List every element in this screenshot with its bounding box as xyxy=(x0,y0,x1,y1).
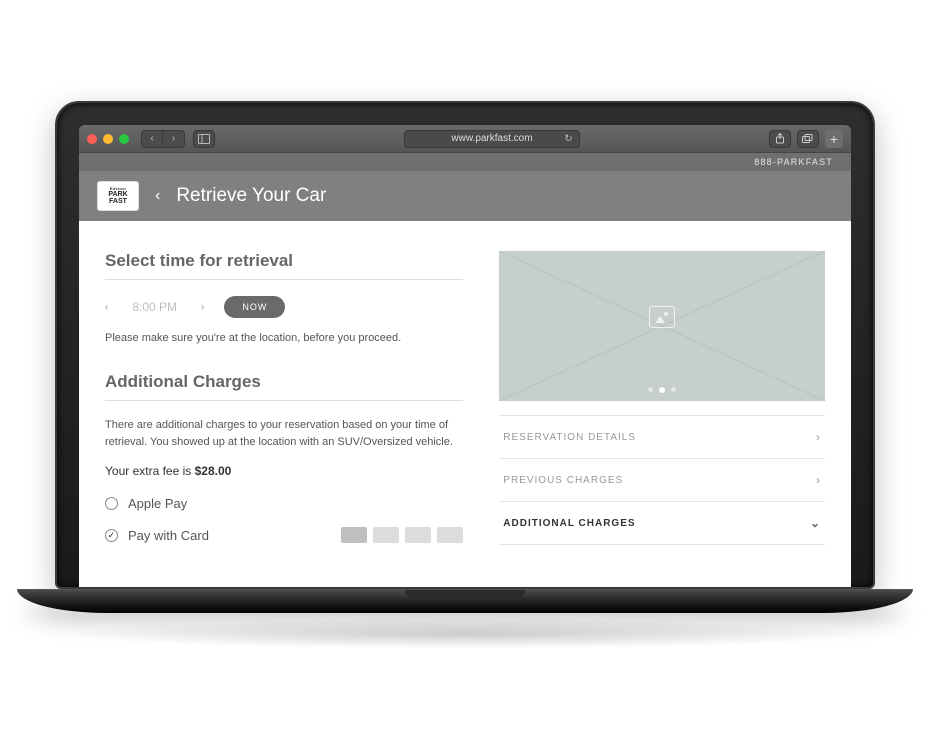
retrieval-hint: Please make sure you're at the location,… xyxy=(105,332,463,344)
maximize-window-button[interactable] xyxy=(119,134,129,144)
share-button[interactable] xyxy=(769,130,791,148)
back-button[interactable]: ‹ xyxy=(141,130,163,148)
card-brand-icon xyxy=(373,527,399,543)
chevron-right-icon: › xyxy=(172,133,175,144)
accordion-additional-charges[interactable]: ADDITIONAL CHARGES ⌄ xyxy=(499,502,825,545)
card-brand-icon xyxy=(405,527,431,543)
parkfast-logo[interactable]: Edison PARK FAST xyxy=(97,181,139,211)
back-chevron-icon[interactable]: ‹ xyxy=(155,187,160,205)
chevron-right-icon: › xyxy=(816,430,821,444)
left-column: Select time for retrieval ‹ 8:00 PM › NO… xyxy=(105,251,463,587)
nav-buttons: ‹ › xyxy=(141,130,185,148)
laptop-bezel: ‹ › www.parkfast.com ↻ xyxy=(55,101,875,589)
chevron-down-icon: ⌄ xyxy=(810,516,821,530)
image-placeholder-icon xyxy=(649,306,675,328)
phone-number: 888-PARKFAST xyxy=(754,157,833,167)
right-column: RESERVATION DETAILS › PREVIOUS CHARGES ›… xyxy=(499,251,825,587)
time-value[interactable]: 8:00 PM xyxy=(132,300,177,314)
carousel-dots xyxy=(648,387,676,393)
payment-label: Apple Pay xyxy=(128,496,187,511)
extra-fee-line: Your extra fee is $28.00 xyxy=(105,464,463,478)
payment-option-card[interactable]: Pay with Card xyxy=(105,527,463,543)
laptop-mockup: ‹ › www.parkfast.com ↻ xyxy=(55,101,875,649)
accordion-previous-charges[interactable]: PREVIOUS CHARGES › xyxy=(499,459,825,502)
payment-label: Pay with Card xyxy=(128,528,209,543)
tabs-button[interactable] xyxy=(797,130,819,148)
charges-description: There are additional charges to your res… xyxy=(105,417,463,450)
new-tab-button[interactable]: + xyxy=(825,130,843,148)
chevron-right-icon: › xyxy=(816,473,821,487)
details-accordion: RESERVATION DETAILS › PREVIOUS CHARGES ›… xyxy=(499,415,825,545)
forward-button[interactable]: › xyxy=(163,130,185,148)
laptop-screen: ‹ › www.parkfast.com ↻ xyxy=(79,125,851,587)
utility-bar: 888-PARKFAST xyxy=(79,153,851,171)
logo-line2: FAST xyxy=(109,198,127,205)
carousel-dot-active[interactable] xyxy=(659,387,665,393)
window-controls xyxy=(87,134,129,144)
laptop-shadow xyxy=(55,619,875,649)
close-window-button[interactable] xyxy=(87,134,97,144)
address-bar[interactable]: www.parkfast.com ↻ xyxy=(404,130,579,148)
site-header: Edison PARK FAST ‹ Retrieve Your Car xyxy=(79,171,851,221)
accordion-label: PREVIOUS CHARGES xyxy=(503,475,623,486)
page-title: Retrieve Your Car xyxy=(176,185,326,207)
laptop-base xyxy=(17,589,913,613)
now-button[interactable]: NOW xyxy=(224,296,285,318)
logo-line1: PARK xyxy=(108,191,127,198)
reload-icon[interactable]: ↻ xyxy=(564,133,572,144)
sidebar-icon xyxy=(198,134,210,144)
carousel-dot[interactable] xyxy=(671,387,676,392)
browser-toolbar: ‹ › www.parkfast.com ↻ xyxy=(79,125,851,153)
page-content: Select time for retrieval ‹ 8:00 PM › NO… xyxy=(79,221,851,587)
fee-amount: $28.00 xyxy=(195,464,232,478)
accordion-reservation-details[interactable]: RESERVATION DETAILS › xyxy=(499,416,825,459)
accordion-label: RESERVATION DETAILS xyxy=(503,432,636,443)
payment-option-apple-pay[interactable]: Apple Pay xyxy=(105,496,463,511)
plus-icon: + xyxy=(830,132,838,146)
radio-card[interactable] xyxy=(105,529,118,542)
time-stepper: ‹ 8:00 PM › xyxy=(105,300,204,314)
url-text: www.parkfast.com xyxy=(451,133,532,144)
minimize-window-button[interactable] xyxy=(103,134,113,144)
time-prev-button[interactable]: ‹ xyxy=(105,302,108,313)
time-selector-row: ‹ 8:00 PM › NOW xyxy=(105,296,463,318)
card-brand-icon xyxy=(341,527,367,543)
sidebar-toggle-button[interactable] xyxy=(193,130,215,148)
radio-apple-pay[interactable] xyxy=(105,497,118,510)
carousel-dot[interactable] xyxy=(648,387,653,392)
accordion-label: ADDITIONAL CHARGES xyxy=(503,518,635,529)
charges-section-title: Additional Charges xyxy=(105,372,463,401)
retrieval-section-title: Select time for retrieval xyxy=(105,251,463,280)
tabs-icon xyxy=(802,134,813,144)
card-brand-icon xyxy=(437,527,463,543)
card-brand-logos xyxy=(341,527,463,543)
share-icon xyxy=(775,133,785,144)
fee-prefix: Your extra fee is xyxy=(105,464,195,478)
location-image-carousel[interactable] xyxy=(499,251,825,401)
time-next-button[interactable]: › xyxy=(201,302,204,313)
chevron-left-icon: ‹ xyxy=(150,133,153,144)
